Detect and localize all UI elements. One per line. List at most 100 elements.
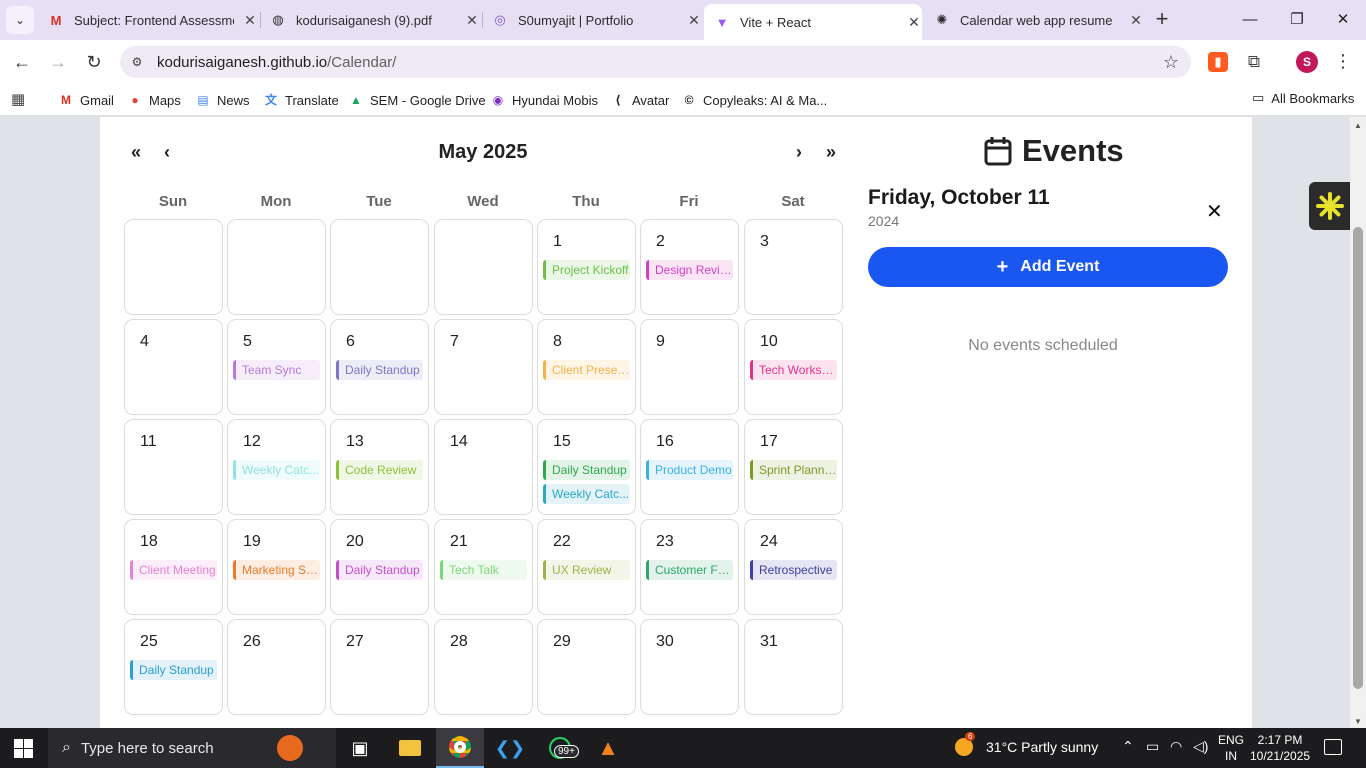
vscode-icon[interactable]: ❮❯ [486, 728, 534, 768]
day-cell[interactable]: 13 Code Review [330, 419, 429, 515]
day-cell[interactable]: 20 Daily Standup [330, 519, 429, 615]
day-cell[interactable]: 17 Sprint Planni... [744, 419, 843, 515]
event-chip[interactable]: Weekly Catc... [543, 484, 630, 504]
vlc-icon[interactable]: ▲ [584, 728, 632, 768]
tab-chatgpt[interactable]: ✺ Calendar web app resume ✕ [926, 0, 1144, 40]
empty-day-cell[interactable] [434, 219, 533, 315]
bookmark-sem-drive[interactable]: ▲ SEM - Google Drive [348, 90, 486, 110]
page-scrollbar[interactable]: ▲ ▼ [1350, 117, 1366, 728]
restore-icon[interactable]: ❐ [1285, 8, 1309, 32]
close-tab-icon[interactable]: ✕ [464, 12, 480, 29]
forward-arrow-icon[interactable]: → [46, 50, 70, 74]
scroll-down-icon[interactable]: ▼ [1353, 717, 1363, 726]
day-cell[interactable]: 4 [124, 319, 223, 415]
tab-search-button[interactable]: ⌄ [6, 6, 34, 34]
empty-day-cell[interactable] [330, 219, 429, 315]
scroll-thumb[interactable] [1353, 227, 1363, 689]
day-cell[interactable]: 29 [537, 619, 636, 715]
new-tab-button[interactable]: + [1150, 8, 1174, 32]
chrome-icon[interactable] [436, 728, 484, 768]
bookmark-star-icon[interactable]: ☆ [1163, 52, 1179, 73]
language-indicator[interactable]: ENG IN [1218, 732, 1244, 764]
close-window-icon[interactable]: ✕ [1331, 8, 1355, 32]
basketball-widget-icon[interactable] [255, 728, 325, 768]
bookmark-copyleaks[interactable]: © Copyleaks: AI & Ma... [681, 90, 828, 110]
day-cell[interactable]: 12 Weekly Catc... [227, 419, 326, 515]
event-chip[interactable]: UX Review [543, 560, 630, 580]
scroll-up-icon[interactable]: ▲ [1353, 121, 1363, 130]
tab-pdf[interactable]: ◍ kodurisaiganesh (9).pdf ✕ [262, 0, 480, 40]
event-chip[interactable]: Code Review [336, 460, 423, 480]
puzzle-extensions-icon[interactable]: ⧉ [1244, 52, 1264, 72]
day-cell[interactable]: 28 [434, 619, 533, 715]
site-info-icon[interactable]: ⚙ [128, 53, 146, 71]
day-cell[interactable]: 16 Product Demo [640, 419, 739, 515]
day-cell[interactable]: 11 [124, 419, 223, 515]
prev-year-button[interactable]: « [124, 142, 148, 163]
empty-day-cell[interactable] [227, 219, 326, 315]
weather-widget[interactable]: 6 31°C Partly sunny [955, 732, 1098, 756]
event-chip[interactable]: Design Review [646, 260, 733, 280]
wifi-icon[interactable]: ◠ [1170, 738, 1182, 755]
chevron-up-icon[interactable]: ⌃ [1122, 738, 1134, 755]
notification-icon[interactable] [1324, 739, 1342, 755]
event-chip[interactable]: Marketing Sy... [233, 560, 320, 580]
day-cell[interactable]: 24 Retrospective [744, 519, 843, 615]
event-chip[interactable]: Product Demo [646, 460, 733, 480]
reload-icon[interactable]: ↻ [82, 50, 106, 74]
minimize-icon[interactable]: — [1238, 8, 1262, 32]
bookmark-gmail[interactable]: M Gmail [58, 90, 114, 110]
system-clock[interactable]: 2:17 PM 10/21/2025 [1250, 732, 1310, 764]
empty-day-cell[interactable] [124, 219, 223, 315]
day-cell[interactable]: 21 Tech Talk [434, 519, 533, 615]
day-cell[interactable]: 25 Daily Standup [124, 619, 223, 715]
prev-month-button[interactable]: ‹ [155, 142, 179, 163]
event-chip[interactable]: Daily Standup [336, 360, 423, 380]
bookmark-news[interactable]: ▤ News [195, 90, 249, 110]
file-explorer-icon[interactable] [386, 728, 434, 768]
day-cell[interactable]: 5 Team Sync [227, 319, 326, 415]
event-chip[interactable]: Tech Talk [440, 560, 527, 580]
day-cell[interactable]: 1 Project Kickoff [537, 219, 636, 315]
back-arrow-icon[interactable]: ← [10, 50, 34, 74]
day-cell[interactable]: 2 Design Review [640, 219, 739, 315]
event-chip[interactable]: Project Kickoff [543, 260, 630, 280]
event-chip[interactable]: Sprint Planni... [750, 460, 837, 480]
event-chip[interactable]: Customer Fe... [646, 560, 733, 580]
day-cell[interactable]: 19 Marketing Sy... [227, 519, 326, 615]
day-cell[interactable]: 22 UX Review [537, 519, 636, 615]
side-panel-widget[interactable] [1309, 182, 1351, 230]
battery-icon[interactable]: ▭ [1146, 738, 1159, 755]
day-cell[interactable]: 6 Daily Standup [330, 319, 429, 415]
event-chip[interactable]: Daily Standup [336, 560, 423, 580]
tab-portfolio[interactable]: ◎ S0umyajit | Portfolio ✕ [484, 0, 702, 40]
tab-vite-react[interactable]: ▼ Vite + React ✕ [704, 4, 922, 40]
volume-icon[interactable]: ◁) [1193, 738, 1208, 755]
day-cell[interactable]: 14 [434, 419, 533, 515]
browser-menu-icon[interactable]: ⋮ [1334, 51, 1352, 72]
close-tab-icon[interactable]: ✕ [1128, 12, 1144, 29]
tab-gmail[interactable]: M Subject: Frontend Assessment ✕ [40, 0, 258, 40]
extension-icon[interactable]: ▮ [1208, 52, 1228, 72]
day-cell[interactable]: 18 Client Meeting [124, 519, 223, 615]
bookmark-translate[interactable]: 文 Translate [263, 90, 339, 110]
whatsapp-icon[interactable]: 99+ [536, 728, 584, 768]
event-chip[interactable]: Weekly Catc... [233, 460, 320, 480]
close-tab-icon[interactable]: ✕ [242, 12, 258, 29]
day-cell[interactable]: 7 [434, 319, 533, 415]
close-tab-icon[interactable]: ✕ [906, 14, 922, 31]
event-chip[interactable]: Daily Standup [543, 460, 630, 480]
bookmark-hyundai[interactable]: ◉ Hyundai Mobis [490, 90, 598, 110]
day-cell[interactable]: 30 [640, 619, 739, 715]
day-cell[interactable]: 31 [744, 619, 843, 715]
apps-grid-icon[interactable]: ▦ [11, 91, 29, 109]
task-view-icon[interactable]: ▣ [336, 728, 384, 768]
add-event-button[interactable]: + Add Event [868, 247, 1228, 287]
day-cell[interactable]: 23 Customer Fe... [640, 519, 739, 615]
windows-start-icon[interactable] [14, 739, 33, 758]
day-cell[interactable]: 8 Client Presen... [537, 319, 636, 415]
event-chip[interactable]: Team Sync [233, 360, 320, 380]
event-chip[interactable]: Client Meeting [130, 560, 217, 580]
day-cell[interactable]: 15 Daily Standup Weekly Catc... [537, 419, 636, 515]
bookmark-avatar[interactable]: ⟨ Avatar [610, 90, 669, 110]
